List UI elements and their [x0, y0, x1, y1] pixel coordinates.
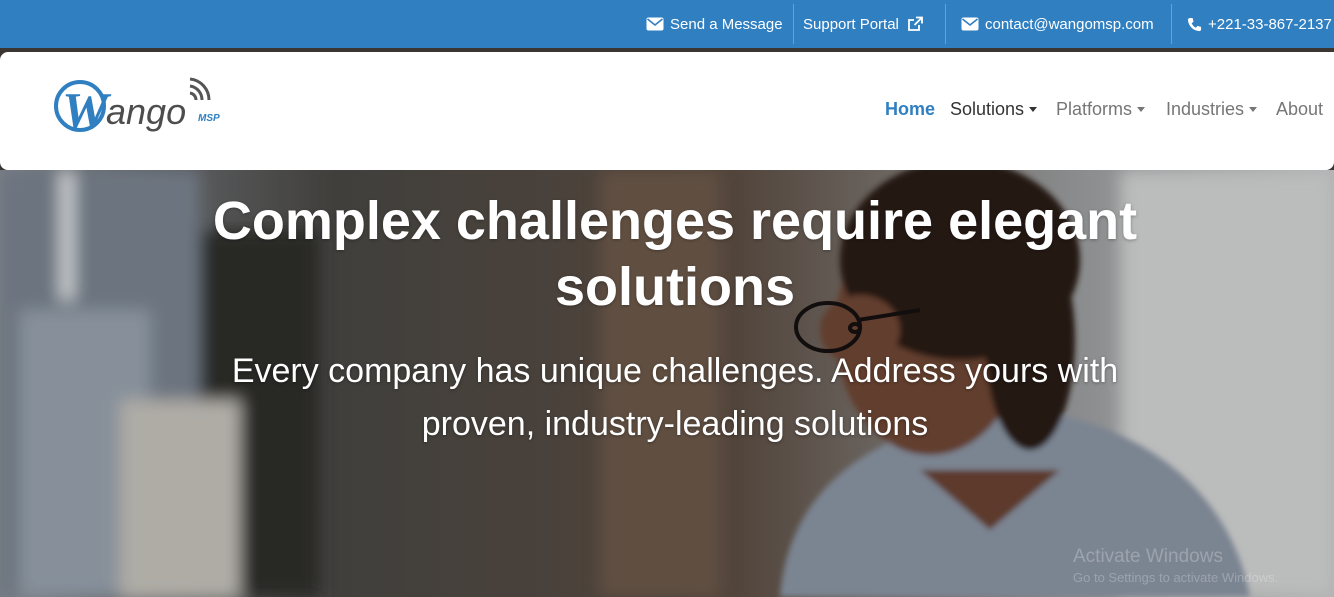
external-link-icon: [907, 16, 924, 32]
support-portal-label: Support Portal: [803, 15, 899, 33]
svg-text:MSP: MSP: [198, 113, 220, 124]
brand-logo[interactable]: W ango MSP: [52, 72, 224, 142]
divider: [945, 4, 946, 44]
divider: [793, 4, 794, 44]
phone-label: +221-33-867-2137: [1208, 15, 1332, 33]
chevron-down-icon: [1249, 107, 1258, 112]
contact-bar: Send a Message Support Portal contact@wa…: [0, 0, 1334, 48]
svg-text:ango: ango: [106, 91, 186, 132]
hero-section: Complex challenges require elegant solut…: [0, 170, 1334, 597]
hero-title-line-1: Complex challenges require elegant: [212, 191, 1138, 251]
send-message-link[interactable]: Send a Message: [646, 0, 783, 48]
phone-link[interactable]: +221-33-867-2137: [1187, 0, 1332, 48]
email-label: contact@wangomsp.com: [985, 15, 1154, 33]
nav-about-label: About: [1276, 99, 1324, 119]
hero-subtitle-line-1: Every company has unique challenges. Add…: [231, 352, 1119, 390]
nav-industries[interactable]: Industries: [1166, 99, 1258, 120]
hero-subtitle-line-2: proven, industry-leading solutions: [421, 405, 929, 443]
envelope-icon: [646, 17, 664, 31]
nav-home-label: Home: [885, 99, 936, 119]
wango-logo-icon: W ango MSP: [54, 77, 220, 140]
nav-platforms[interactable]: Platforms: [1056, 99, 1146, 120]
envelope-icon: [961, 17, 979, 31]
chevron-down-icon: [1137, 107, 1146, 112]
phone-icon: [1187, 17, 1202, 32]
nav-home[interactable]: Home: [885, 99, 935, 120]
main-navbar: W ango MSP Home Solutions Platforms Indu…: [0, 52, 1334, 170]
support-portal-link[interactable]: Support Portal: [803, 0, 924, 48]
nav-platforms-label: Platforms: [1056, 99, 1133, 119]
svg-text:W: W: [62, 83, 112, 140]
hero-title-line-2: solutions: [555, 257, 795, 317]
hero-subtitle: Every company has unique challenges. Add…: [150, 345, 1200, 451]
email-link[interactable]: contact@wangomsp.com: [961, 0, 1154, 48]
hero-title: Complex challenges require elegant solut…: [150, 188, 1200, 320]
nav-solutions[interactable]: Solutions: [950, 99, 1038, 120]
nav-industries-label: Industries: [1166, 99, 1245, 119]
divider: [1171, 4, 1172, 44]
send-message-label: Send a Message: [670, 15, 783, 33]
nav-solutions-label: Solutions: [950, 99, 1025, 119]
nav-about[interactable]: About: [1276, 99, 1323, 120]
chevron-down-icon: [1029, 107, 1038, 112]
